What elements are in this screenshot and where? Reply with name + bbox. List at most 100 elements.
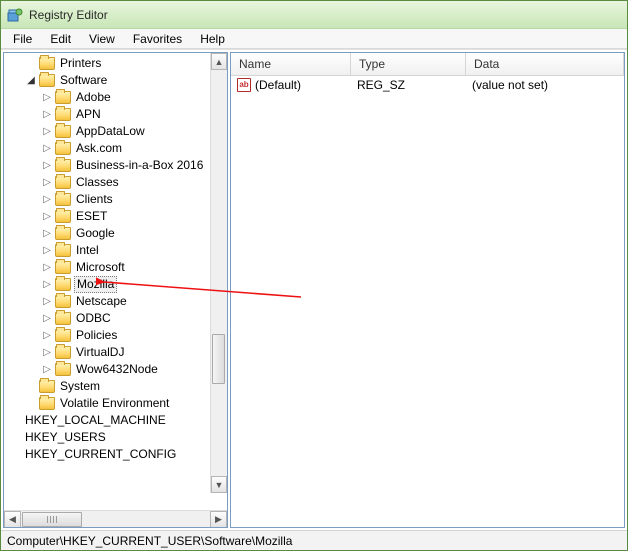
list-body[interactable]: ab(Default)REG_SZ(value not set): [231, 76, 624, 527]
expand-icon[interactable]: ▷: [42, 297, 52, 307]
titlebar[interactable]: Registry Editor: [1, 1, 627, 29]
tree-item[interactable]: ▷ ESET: [6, 208, 227, 225]
tree-item-label: HKEY_CURRENT_CONFIG: [23, 447, 178, 462]
tree-item[interactable]: ▷ AppDataLow: [6, 123, 227, 140]
tree-item[interactable]: ▷ Classes: [6, 174, 227, 191]
expand-icon[interactable]: ▷: [42, 144, 52, 154]
expand-icon[interactable]: ▷: [42, 246, 52, 256]
tree-item-label: ODBC: [74, 311, 113, 326]
tree-item[interactable]: ▷Volatile Environment: [6, 395, 227, 412]
tree-item[interactable]: ▷ Intel: [6, 242, 227, 259]
column-type[interactable]: Type: [351, 53, 466, 75]
tree-item[interactable]: ▷ Microsoft: [6, 259, 227, 276]
folder-icon: [55, 193, 71, 206]
menu-edit[interactable]: Edit: [42, 30, 79, 48]
hscroll-thumb[interactable]: [22, 512, 82, 527]
tree-item[interactable]: ◢ Software: [6, 72, 227, 89]
tree-item-label: Volatile Environment: [58, 396, 171, 411]
scroll-up-arrow-icon[interactable]: ▲: [211, 53, 227, 70]
folder-icon: [55, 329, 71, 342]
expand-icon[interactable]: ▷: [42, 161, 52, 171]
tree-item[interactable]: ▷ Google: [6, 225, 227, 242]
tree-item-label: Classes: [74, 175, 121, 190]
expand-icon[interactable]: ▷: [42, 110, 52, 120]
hscroll-track[interactable]: [21, 511, 210, 528]
tree-item[interactable]: ▷ ODBC: [6, 310, 227, 327]
tree-item-label: Policies: [74, 328, 119, 343]
tree-item[interactable]: ▷ APN: [6, 106, 227, 123]
folder-icon: [39, 74, 55, 87]
content-area: ▷Printers◢Software▷Adobe▷APN▷AppDataLow▷…: [1, 49, 627, 530]
statusbar: Computer\HKEY_CURRENT_USER\Software\Mozi…: [1, 530, 627, 550]
tree-item-label: HKEY_LOCAL_MACHINE: [23, 413, 168, 428]
vertical-scrollbar[interactable]: ▲ ▼: [210, 53, 227, 493]
folder-icon: [55, 142, 71, 155]
folder-icon: [55, 346, 71, 359]
tree-item-label: Google: [74, 226, 117, 241]
collapse-icon[interactable]: ◢: [26, 76, 36, 86]
expand-icon[interactable]: ▷: [42, 331, 52, 341]
tree-item-label: Adobe: [74, 90, 113, 105]
tree-item-label: HKEY_USERS: [23, 430, 108, 445]
tree-item-label: VirtualDJ: [74, 345, 126, 360]
tree-item[interactable]: ▷HKEY_USERS: [6, 429, 227, 446]
tree-item-label: Wow6432Node: [74, 362, 160, 377]
expand-icon[interactable]: ▷: [42, 127, 52, 137]
expand-icon[interactable]: ▷: [42, 212, 52, 222]
expand-icon[interactable]: ▷: [42, 195, 52, 205]
horizontal-scrollbar[interactable]: ◀ ▶: [4, 510, 227, 527]
menu-file[interactable]: File: [5, 30, 40, 48]
menu-help[interactable]: Help: [192, 30, 233, 48]
folder-icon: [55, 363, 71, 376]
expand-icon[interactable]: ▷: [42, 314, 52, 324]
value-name: (Default): [255, 78, 301, 92]
tree-item-label: Mozilla: [74, 276, 117, 293]
tree-item[interactable]: ▷HKEY_LOCAL_MACHINE: [6, 412, 227, 429]
tree-item[interactable]: ▷ Mozilla: [6, 276, 227, 293]
tree-item[interactable]: ▷Printers: [6, 55, 227, 72]
tree-item-label: ESET: [74, 209, 109, 224]
column-name[interactable]: Name: [231, 53, 351, 75]
expand-icon[interactable]: ▷: [42, 348, 52, 358]
expand-icon[interactable]: ▷: [42, 280, 52, 290]
tree-item-label: APN: [74, 107, 103, 122]
tree-item-label: Intel: [74, 243, 101, 258]
regedit-icon: [7, 7, 23, 23]
scroll-right-arrow-icon[interactable]: ▶: [210, 511, 227, 528]
tree-item[interactable]: ▷HKEY_CURRENT_CONFIG: [6, 446, 227, 463]
tree-item[interactable]: ▷ Wow6432Node: [6, 361, 227, 378]
tree-item-label: Printers: [58, 56, 103, 71]
menu-view[interactable]: View: [81, 30, 123, 48]
tree-item[interactable]: ▷Netscape: [6, 293, 227, 310]
folder-icon: [55, 227, 71, 240]
folder-icon: [55, 295, 71, 308]
tree-item-label: Software: [58, 73, 109, 88]
expand-icon[interactable]: ▷: [42, 178, 52, 188]
expand-icon[interactable]: ▷: [42, 93, 52, 103]
tree-item[interactable]: ▷Business-in-a-Box 2016: [6, 157, 227, 174]
column-data[interactable]: Data: [466, 53, 624, 75]
tree-item[interactable]: ▷ Policies: [6, 327, 227, 344]
tree-item[interactable]: ▷Ask.com: [6, 140, 227, 157]
scroll-left-arrow-icon[interactable]: ◀: [4, 511, 21, 528]
list-row[interactable]: ab(Default)REG_SZ(value not set): [231, 76, 624, 93]
folder-icon: [55, 244, 71, 257]
tree-item[interactable]: ▷ Adobe: [6, 89, 227, 106]
menu-favorites[interactable]: Favorites: [125, 30, 190, 48]
expand-icon[interactable]: ▷: [42, 263, 52, 273]
folder-icon: [55, 261, 71, 274]
tree-view[interactable]: ▷Printers◢Software▷Adobe▷APN▷AppDataLow▷…: [4, 53, 227, 510]
tree-item-label: AppDataLow: [74, 124, 147, 139]
value-data: (value not set): [466, 78, 624, 92]
tree-item-label: Microsoft: [74, 260, 127, 275]
scroll-track[interactable]: [211, 70, 227, 476]
tree-item[interactable]: ▷ VirtualDJ: [6, 344, 227, 361]
tree-item[interactable]: ▷ Clients: [6, 191, 227, 208]
scroll-thumb[interactable]: [212, 334, 225, 384]
folder-icon: [55, 108, 71, 121]
scroll-down-arrow-icon[interactable]: ▼: [211, 476, 227, 493]
tree-item-label: Clients: [74, 192, 115, 207]
expand-icon[interactable]: ▷: [42, 365, 52, 375]
tree-item[interactable]: ▷System: [6, 378, 227, 395]
expand-icon[interactable]: ▷: [42, 229, 52, 239]
